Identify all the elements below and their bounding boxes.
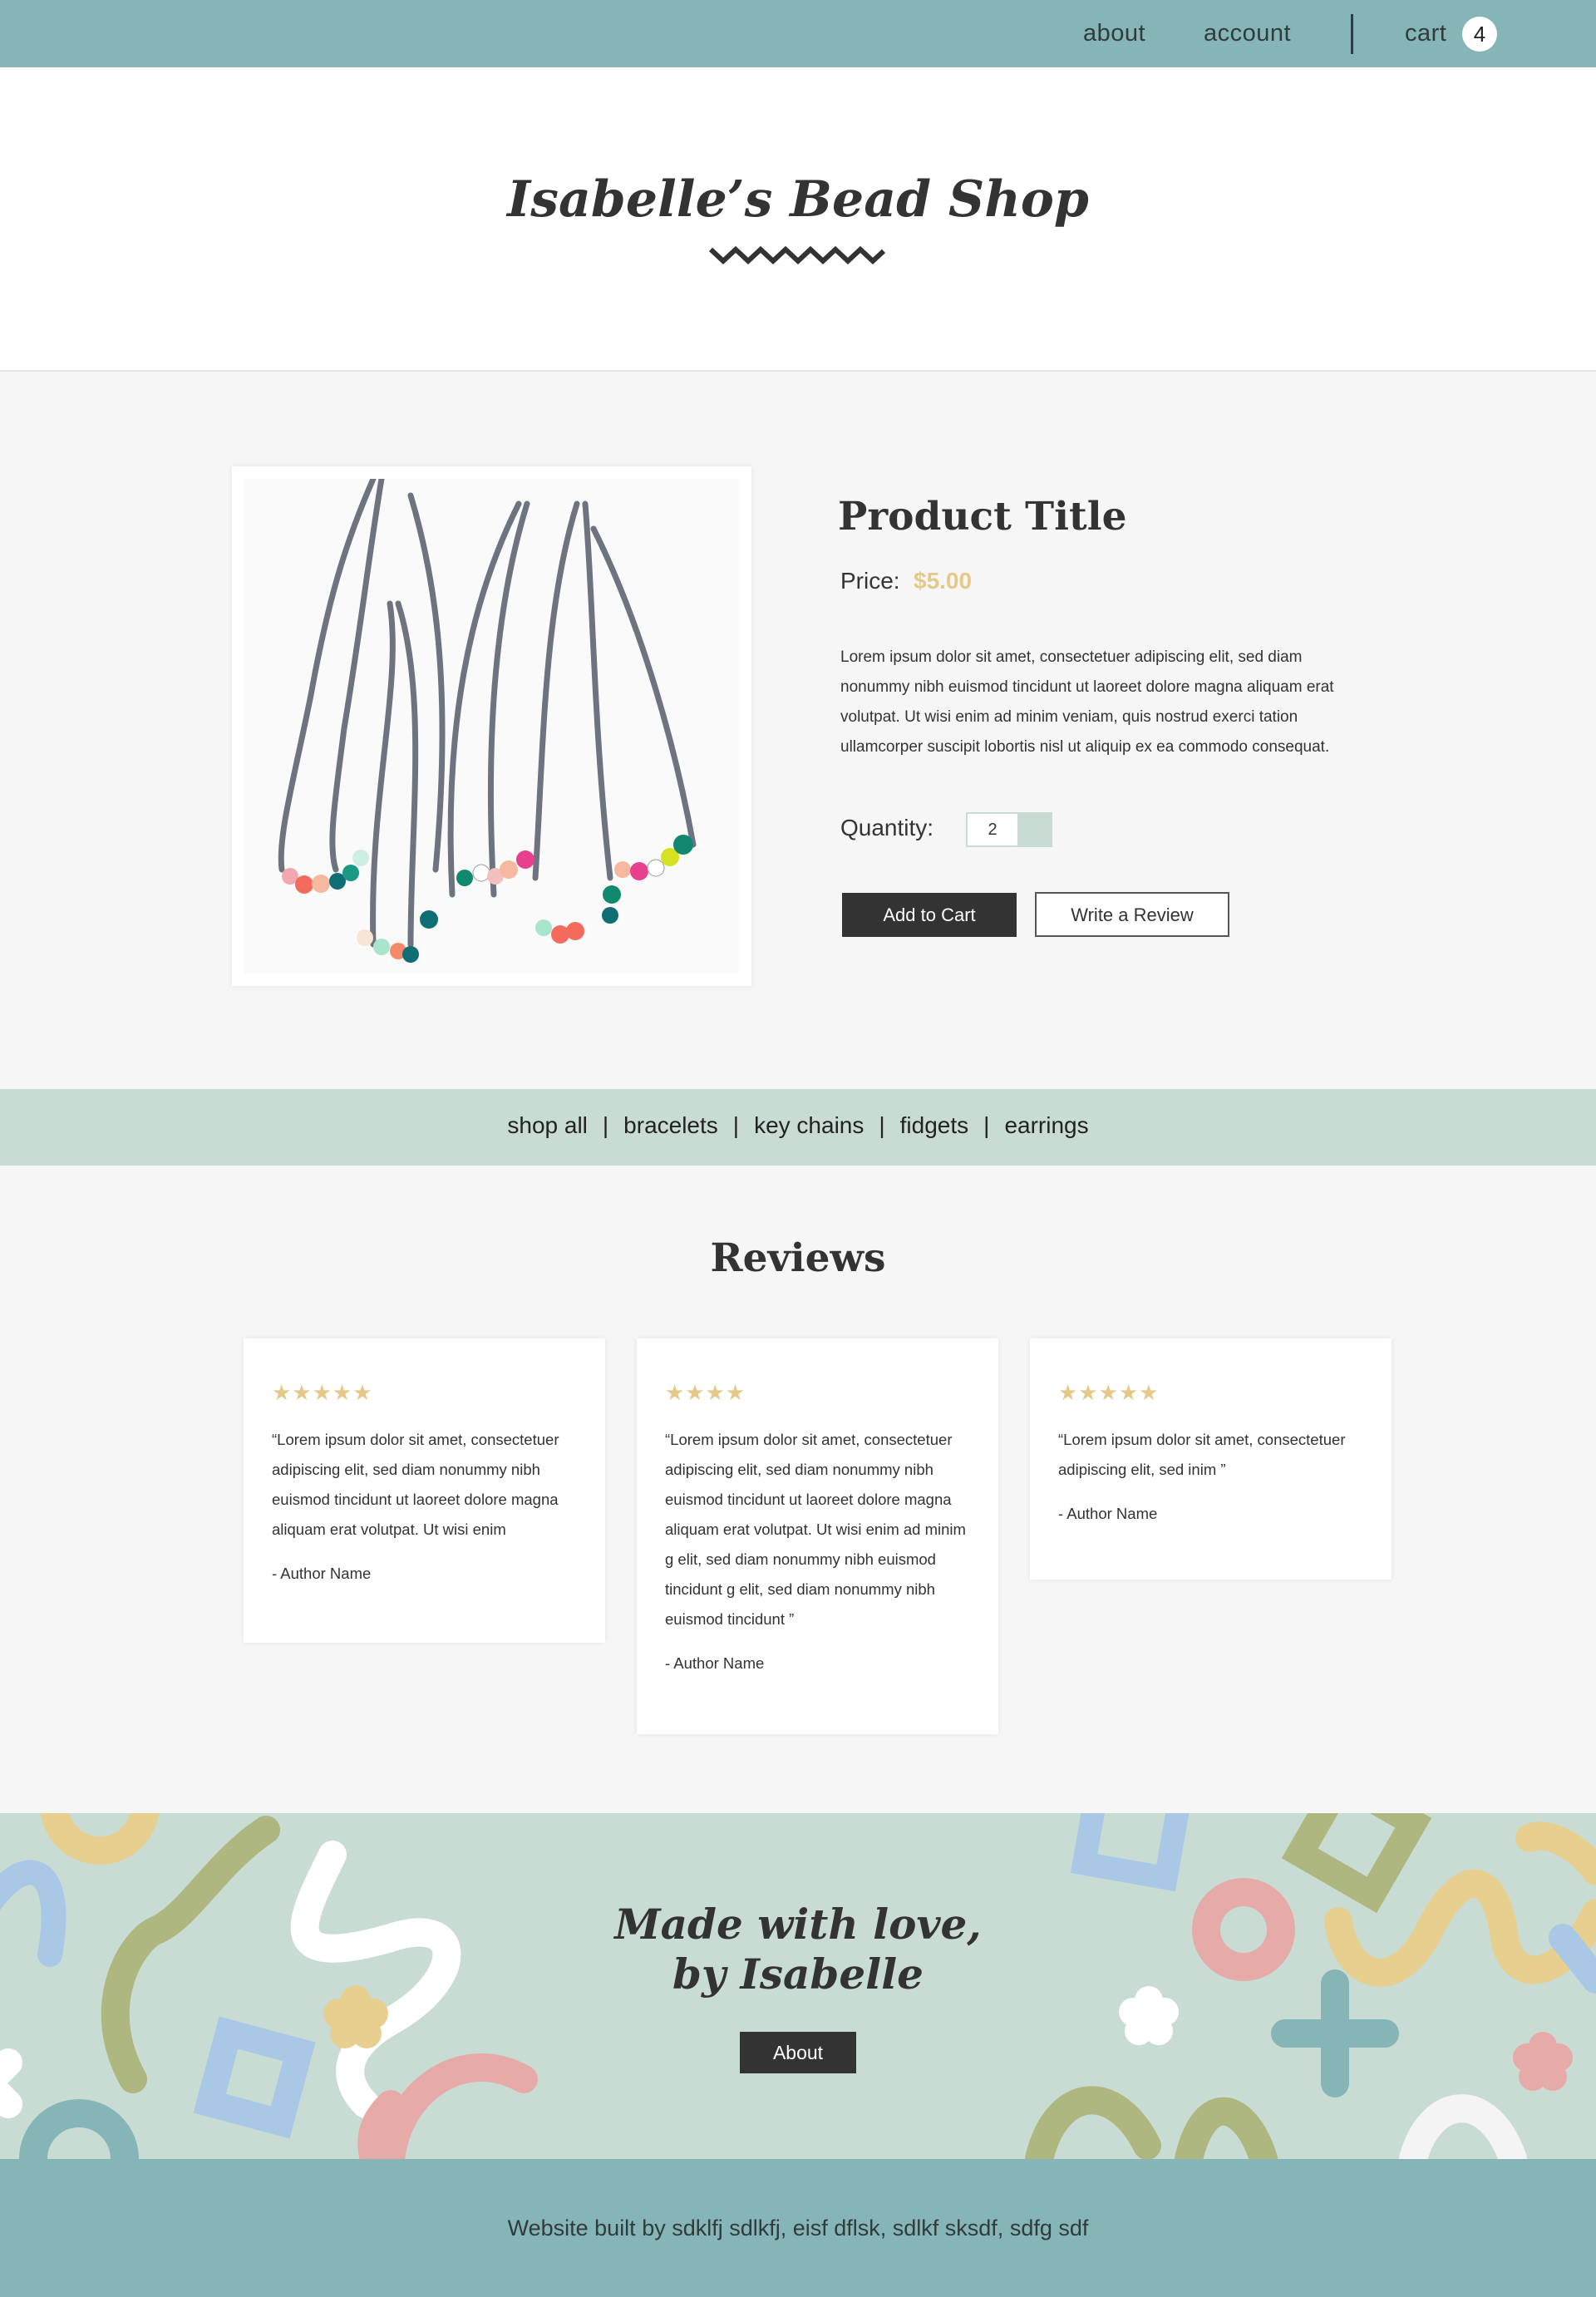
write-review-button[interactable]: Write a Review (1035, 892, 1229, 937)
review-text: “Lorem ipsum dolor sit amet, consectetue… (272, 1431, 559, 1538)
review-author: - Author Name (665, 1654, 765, 1672)
footer-tagline-line1: Made with love, (614, 1900, 982, 1949)
category-fidgets[interactable]: fidgets (885, 1112, 984, 1139)
category-bracelets[interactable]: bracelets (608, 1112, 733, 1139)
star-rating-icon: ★★★★★ (1058, 1380, 1160, 1405)
footer-credits-bar: Website built by sdklfj sdlkfj, eisf dfl… (0, 2159, 1596, 2297)
nav-divider (1351, 14, 1353, 54)
quantity-input[interactable] (966, 812, 1019, 847)
footer-about-button[interactable]: About (740, 2032, 856, 2073)
category-separator: | (983, 1112, 990, 1138)
review-text: “Lorem ipsum dolor sit amet, consectetue… (665, 1431, 966, 1628)
product-title: Product Title (838, 494, 1127, 540)
credits-text: Website built by sdklfj sdlkfj, eisf dfl… (507, 2216, 1089, 2240)
product-image-frame (232, 466, 751, 986)
review-author: - Author Name (1058, 1505, 1158, 1522)
review-card: ★★★★ “Lorem ipsum dolor sit amet, consec… (637, 1338, 998, 1734)
review-author: - Author Name (272, 1565, 372, 1582)
price-label: Price: (840, 568, 900, 594)
reviews-heading: Reviews (710, 1235, 886, 1281)
nav-cart-link[interactable]: cart (1405, 20, 1446, 47)
top-nav-bar: about account cart 4 (0, 0, 1596, 67)
review-card: ★★★★★ “Lorem ipsum dolor sit amet, conse… (244, 1338, 605, 1643)
star-rating-icon: ★★★★★ (272, 1380, 373, 1405)
footer-tagline: Made with love, by Isabelle (0, 1900, 1596, 1999)
shop-title[interactable]: Isabelle’s Bead Shop (0, 170, 1596, 229)
category-separator: | (602, 1112, 609, 1138)
quantity-stepper[interactable] (1019, 812, 1052, 847)
add-to-cart-button[interactable]: Add to Cart (842, 893, 1017, 937)
price-value: $5.00 (914, 568, 973, 594)
review-text: “Lorem ipsum dolor sit amet, consectetue… (1058, 1431, 1346, 1478)
category-separator: | (879, 1112, 885, 1138)
review-card: ★★★★★ “Lorem ipsum dolor sit amet, conse… (1030, 1338, 1392, 1580)
quantity-label: Quantity: (840, 815, 934, 840)
footer-tagline-line2: by Isabelle (672, 1949, 924, 1999)
cart-count-badge[interactable]: 4 (1462, 17, 1497, 52)
nav-account-link[interactable]: account (1204, 20, 1291, 47)
product-description: Lorem ipsum dolor sit amet, consectetuer… (840, 648, 1334, 756)
category-nav-bar: shop all | bracelets | key chains | fidgets | ea… (0, 1089, 1596, 1166)
nav-about-link[interactable]: about (1083, 20, 1145, 47)
star-rating-icon: ★★★★ (665, 1380, 746, 1405)
category-shop-all[interactable]: shop all (492, 1112, 603, 1139)
beaded-necklaces-photo[interactable] (244, 479, 739, 974)
zigzag-divider-icon (709, 246, 885, 265)
category-key-chains[interactable]: key chains (739, 1112, 879, 1139)
category-earrings[interactable]: earrings (989, 1112, 1103, 1139)
category-separator: | (732, 1112, 740, 1138)
